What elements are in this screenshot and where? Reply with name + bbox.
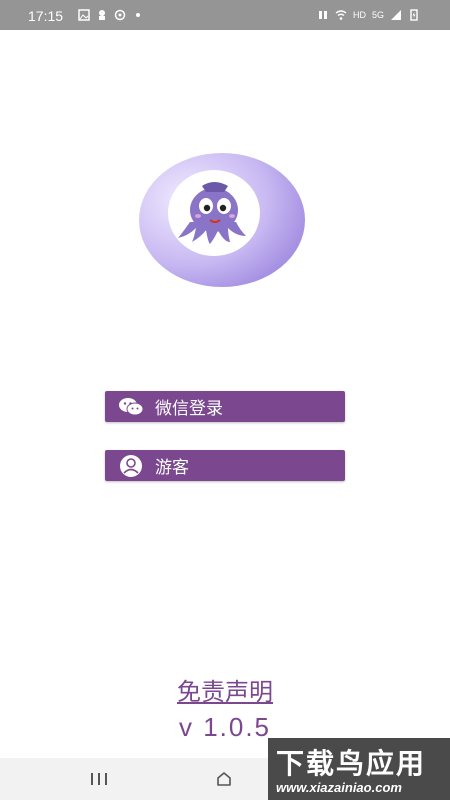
wechat-icon	[115, 397, 147, 417]
guest-label: 游客	[155, 458, 189, 478]
wechat-login-button[interactable]: 微信登录	[105, 391, 345, 422]
hd-label: HD	[352, 10, 366, 20]
network-label: 5G	[371, 10, 384, 20]
watermark: 下载鸟应用 www.xiazainiao.com	[268, 738, 450, 800]
status-bar: 17:15 HD 5G	[0, 0, 450, 30]
recents-icon[interactable]	[90, 772, 108, 786]
status-time: 17:15	[28, 8, 64, 24]
sync-icon	[114, 9, 126, 21]
image-icon	[78, 9, 90, 21]
mute-icon	[318, 11, 327, 19]
wechat-login-label: 微信登录	[155, 399, 223, 419]
hand-icon	[99, 10, 105, 20]
octopus-logo-icon	[139, 153, 305, 287]
battery-charging-icon	[410, 9, 418, 21]
watermark-title: 下载鸟应用	[276, 747, 427, 780]
status-left-icons	[78, 9, 144, 21]
home-icon[interactable]	[215, 770, 233, 788]
wifi-icon	[335, 10, 347, 20]
user-icon	[115, 454, 147, 478]
disclaimer-link[interactable]: 免责声明	[0, 672, 450, 707]
guest-button[interactable]: 游客	[105, 450, 345, 481]
watermark-url: www.xiazainiao.com	[276, 780, 402, 795]
status-right-icons: HD 5G	[317, 9, 420, 21]
signal-icon	[391, 10, 401, 20]
dot-icon	[136, 13, 140, 17]
